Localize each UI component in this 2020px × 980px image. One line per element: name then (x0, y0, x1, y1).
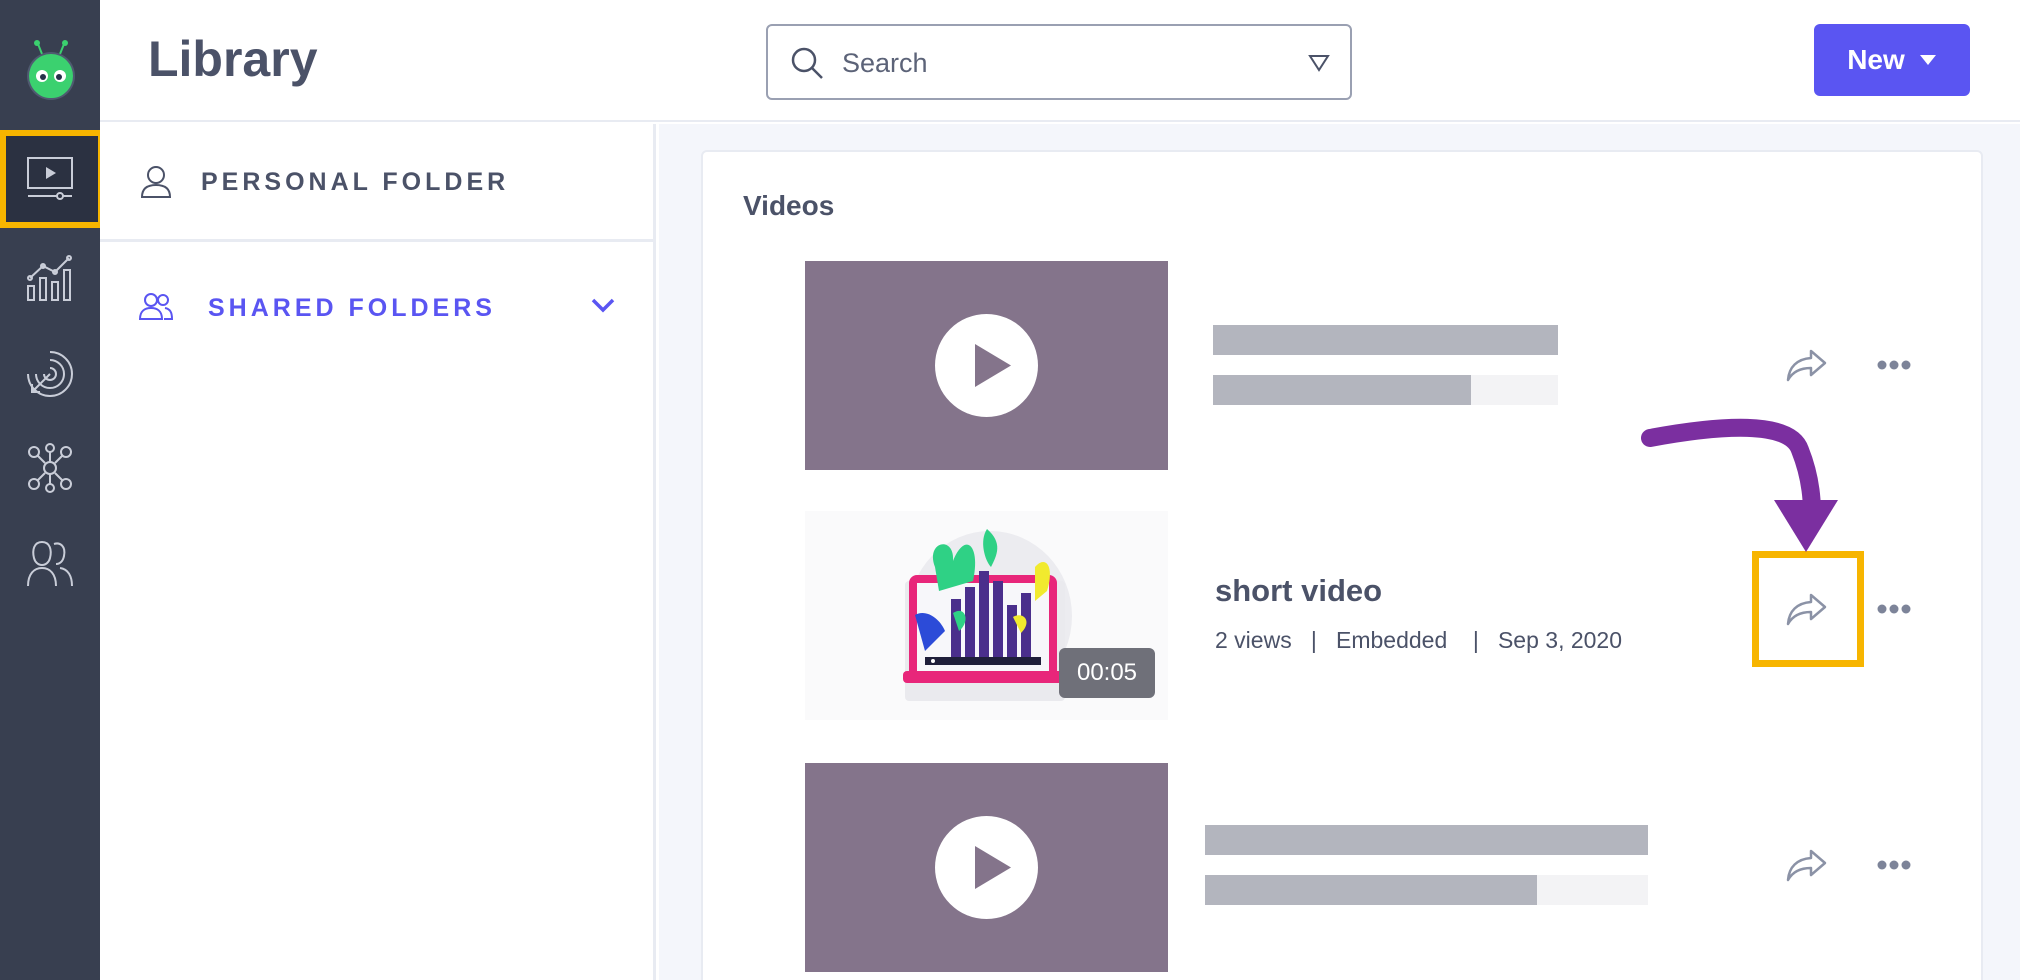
top-header: Library New (100, 0, 2020, 122)
meta-skeleton (1213, 375, 1471, 405)
video-row-placeholder[interactable] (703, 261, 1985, 471)
share-button[interactable] (1774, 833, 1838, 897)
shared-folders-item[interactable]: SHARED FOLDERS (100, 244, 656, 368)
meta-skeleton (1205, 875, 1537, 905)
app-logo-icon[interactable] (24, 38, 78, 102)
chevron-down-icon[interactable] (590, 296, 616, 314)
personal-folder-label: PERSONAL FOLDER (201, 168, 510, 196)
target-icon (27, 351, 73, 397)
video-row-placeholder[interactable] (703, 763, 1985, 973)
play-icon (935, 816, 1038, 919)
person-icon (140, 166, 172, 198)
search-input[interactable] (842, 42, 1262, 84)
videos-card: Videos 00:05 short video 2 views | Embed… (701, 150, 1983, 980)
more-options-icon[interactable] (1867, 345, 1921, 385)
video-row[interactable]: 00:05 short video 2 views | Embedded | S… (703, 511, 1985, 721)
video-thumbnail[interactable]: 00:05 (805, 511, 1168, 720)
folder-panel: PERSONAL FOLDER SHARED FOLDERS (100, 124, 656, 980)
video-preview-illustration (903, 529, 1072, 701)
new-button-label: New (1847, 44, 1905, 75)
analytics-icon (27, 255, 72, 301)
video-meta: 2 views | Embedded | Sep 3, 2020 (1215, 627, 1623, 653)
shared-folders-label: SHARED FOLDERS (208, 294, 496, 322)
video-thumbnail-placeholder[interactable] (805, 261, 1168, 470)
share-icon (1786, 349, 1827, 382)
nav-item-integrations[interactable] (0, 420, 100, 516)
video-duration-badge: 00:05 (1059, 648, 1155, 698)
main-content: Videos 00:05 short video 2 views | Embed… (659, 124, 2020, 980)
more-options-icon[interactable] (1867, 589, 1921, 629)
share-icon (1786, 849, 1827, 882)
video-title[interactable]: short video (1215, 573, 1382, 609)
integrations-icon (28, 443, 72, 493)
filter-dropdown-icon[interactable] (1308, 54, 1330, 72)
search-icon (791, 47, 823, 79)
video-thumbnail-placeholder[interactable] (805, 763, 1168, 972)
users-icon (27, 540, 73, 587)
share-button-highlight-box (1752, 551, 1864, 667)
play-icon (935, 314, 1038, 417)
nav-item-analytics[interactable] (0, 230, 100, 326)
nav-item-highlight-box (0, 130, 104, 228)
title-skeleton (1205, 825, 1648, 855)
group-icon (138, 293, 174, 320)
search-box[interactable] (766, 24, 1352, 100)
nav-item-engagement[interactable] (0, 326, 100, 422)
personal-folder-item[interactable]: PERSONAL FOLDER (100, 124, 656, 242)
section-title: Videos (743, 190, 835, 221)
share-button[interactable] (1774, 333, 1838, 397)
caret-down-icon (1919, 55, 1936, 65)
title-skeleton (1213, 325, 1558, 355)
more-options-icon[interactable] (1867, 845, 1921, 885)
new-button[interactable]: New (1814, 24, 1970, 96)
page-title: Library (148, 31, 318, 87)
nav-item-contacts[interactable] (0, 516, 100, 612)
